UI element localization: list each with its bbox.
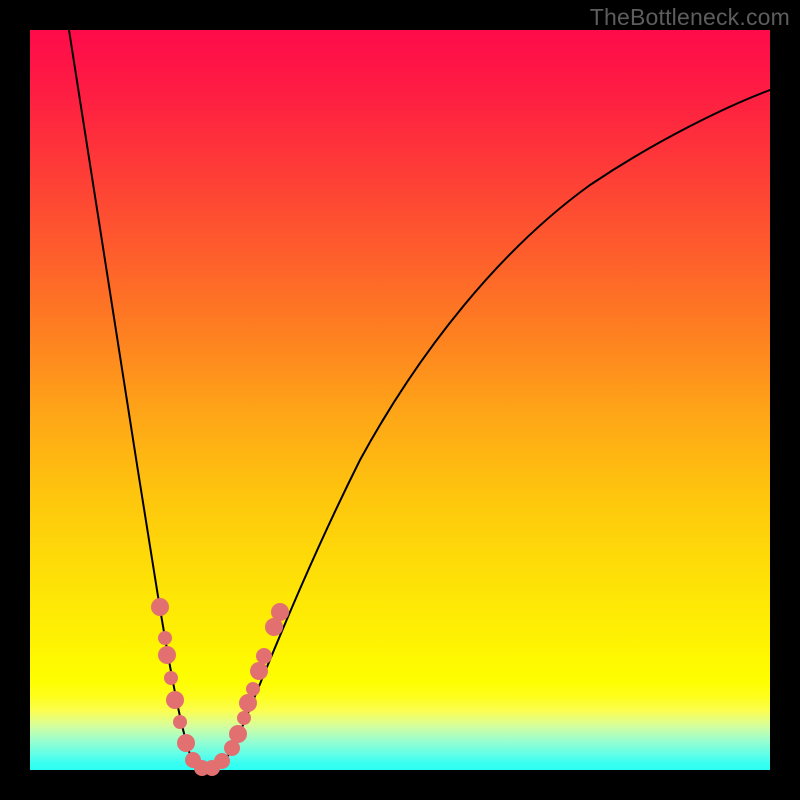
- left-curve: [69, 30, 205, 770]
- data-dot: [177, 734, 195, 752]
- data-dot: [246, 682, 260, 696]
- data-dot: [256, 648, 272, 664]
- data-dot: [229, 725, 247, 743]
- data-dot: [151, 598, 169, 616]
- data-dot: [164, 671, 178, 685]
- data-dot: [166, 691, 184, 709]
- chart-frame: TheBottleneck.com: [0, 0, 800, 800]
- data-dot: [158, 646, 176, 664]
- right-curve: [205, 90, 770, 770]
- data-dot: [214, 753, 230, 769]
- data-dot: [271, 603, 289, 621]
- plot-gradient-area: [30, 30, 770, 770]
- dots-group: [151, 598, 289, 776]
- curve-svg: [30, 30, 770, 770]
- data-dot: [173, 715, 187, 729]
- data-dot: [158, 631, 172, 645]
- watermark-text: TheBottleneck.com: [590, 4, 790, 31]
- data-dot: [250, 662, 268, 680]
- data-dot: [237, 711, 251, 725]
- data-dot: [239, 694, 257, 712]
